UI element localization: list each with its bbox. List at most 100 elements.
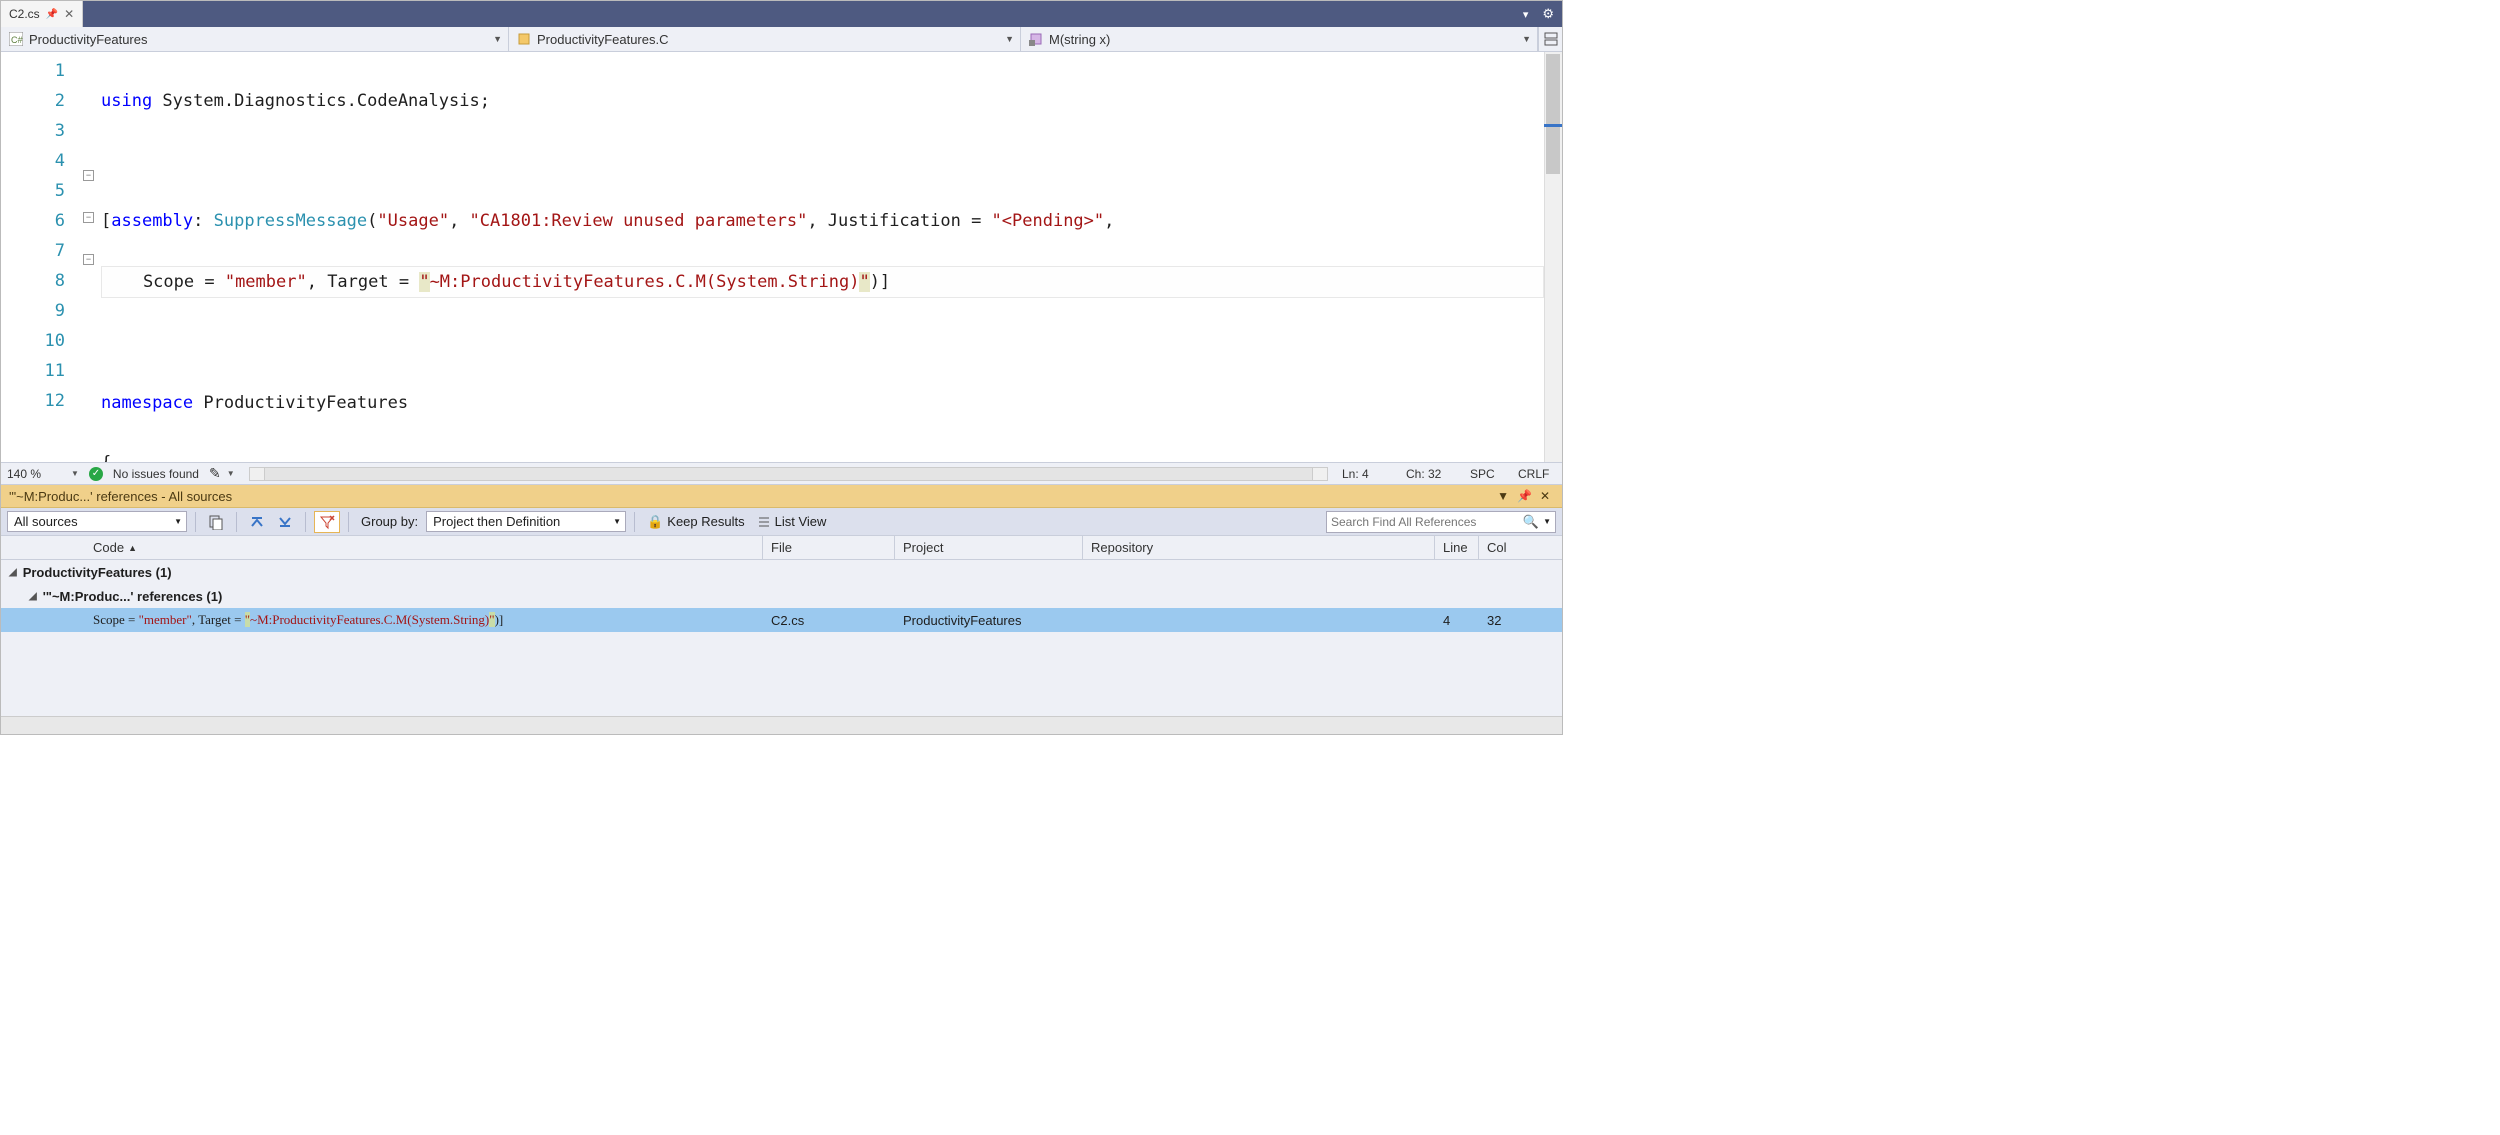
- source-filter-dropdown[interactable]: All sources ▼: [7, 511, 187, 532]
- app-root: C2.cs 📌 ✕ ▾ ⚙ C# ProductivityFeatures ▼ …: [0, 0, 1563, 735]
- fold-toggle[interactable]: −: [83, 254, 94, 265]
- result-group-project[interactable]: ◢ ProductivityFeatures (1): [1, 560, 1562, 584]
- find-references-panel: '"~M:Produc...' references - All sources…: [1, 484, 1562, 734]
- close-icon[interactable]: ✕: [1536, 489, 1554, 503]
- search-references-box[interactable]: 🔍 ▼: [1326, 511, 1556, 533]
- string-literal: ~M:ProductivityFeatures.C.M(System.Strin…: [430, 272, 860, 292]
- scroll-thumb[interactable]: [1546, 54, 1560, 174]
- result-group-definition[interactable]: ◢ '"~M:Produc...' references (1): [1, 584, 1562, 608]
- repository-column-header[interactable]: Repository: [1083, 536, 1435, 559]
- keep-results-button[interactable]: 🔒 Keep Results: [643, 512, 749, 532]
- line-number-gutter: 1 2 3 4 5 6 7 8 9 10 11 12: [1, 52, 83, 462]
- list-view-button[interactable]: List View: [753, 512, 831, 531]
- line-column-header[interactable]: Line: [1435, 536, 1479, 559]
- document-tab[interactable]: C2.cs 📌 ✕: [1, 1, 83, 27]
- vertical-scrollbar[interactable]: [1544, 52, 1562, 462]
- gear-icon[interactable]: ⚙: [1534, 6, 1562, 22]
- chevron-down-icon[interactable]: ▼: [71, 469, 79, 478]
- broom-icon[interactable]: ✎: [209, 465, 221, 482]
- next-button[interactable]: [273, 512, 297, 532]
- close-icon[interactable]: ✕: [64, 7, 74, 21]
- chevron-down-icon: ▼: [1522, 34, 1531, 44]
- pin-icon[interactable]: 📌: [46, 9, 58, 20]
- groupby-label: Group by:: [357, 514, 422, 529]
- panel-title: '"~M:Produc...' references - All sources: [9, 489, 232, 504]
- chevron-down-icon[interactable]: ▼: [227, 469, 235, 478]
- horizontal-scrollbar[interactable]: [249, 467, 1328, 481]
- line-number: 12: [1, 386, 65, 416]
- indent-mode[interactable]: SPC: [1470, 467, 1508, 481]
- nav-type-dropdown[interactable]: ProductivityFeatures.C ▼: [509, 27, 1021, 51]
- column-label: Line: [1443, 540, 1468, 555]
- previous-button[interactable]: [245, 512, 269, 532]
- line-number: 6: [1, 206, 65, 236]
- tab-overflow-icon[interactable]: ▾: [1517, 8, 1535, 21]
- chevron-down-icon[interactable]: ▼: [1493, 489, 1513, 503]
- horizontal-scrollbar[interactable]: [1, 716, 1562, 734]
- search-input[interactable]: [1331, 515, 1523, 529]
- code-editor[interactable]: 1 2 3 4 5 6 7 8 9 10 11 12 − − − using S…: [1, 52, 1562, 462]
- line-ending[interactable]: CRLF: [1518, 467, 1556, 481]
- string-literal: ": [419, 272, 429, 292]
- expand-icon[interactable]: ◢: [9, 567, 17, 578]
- nav-project-dropdown[interactable]: C# ProductivityFeatures ▼: [1, 27, 509, 51]
- group-label: '"~M:Produc...' references (1): [43, 589, 223, 604]
- groupby-dropdown[interactable]: Project then Definition ▼: [426, 511, 626, 532]
- check-icon: ✓: [89, 467, 103, 481]
- string-literal: "member": [225, 272, 307, 292]
- expand-column[interactable]: [1, 536, 85, 559]
- result-col: 32: [1479, 613, 1562, 628]
- nav-type-label: ProductivityFeatures.C: [537, 32, 669, 47]
- cursor-line[interactable]: Ln: 4: [1342, 467, 1396, 481]
- fold-toggle[interactable]: −: [83, 212, 94, 223]
- chevron-down-icon: ▼: [174, 517, 182, 526]
- line-number: 2: [1, 86, 65, 116]
- method-icon: [1029, 32, 1043, 46]
- list-icon: [757, 515, 771, 529]
- code-text: System.Diagnostics.CodeAnalysis;: [152, 91, 490, 111]
- column-label: Col: [1487, 540, 1507, 555]
- nav-project-label: ProductivityFeatures: [29, 32, 148, 47]
- dropdown-value: Project then Definition: [433, 514, 560, 529]
- line-number: 7: [1, 236, 65, 266]
- keyword: assembly: [111, 211, 193, 231]
- expand-icon[interactable]: ◢: [29, 591, 37, 602]
- code-text: {: [101, 453, 111, 462]
- file-column-header[interactable]: File: [763, 536, 895, 559]
- pin-icon[interactable]: 📌: [1513, 489, 1536, 503]
- cursor-char[interactable]: Ch: 32: [1406, 467, 1460, 481]
- references-results: ◢ ProductivityFeatures (1) ◢ '"~M:Produc…: [1, 560, 1562, 716]
- dropdown-value: All sources: [14, 514, 78, 529]
- column-label: Code: [93, 540, 124, 555]
- column-label: Project: [903, 540, 943, 555]
- code-text: (: [367, 211, 377, 231]
- search-icon[interactable]: 🔍: [1523, 514, 1539, 530]
- fold-toggle[interactable]: −: [83, 170, 94, 181]
- nav-member-label: M(string x): [1049, 32, 1110, 47]
- code-content[interactable]: using System.Diagnostics.CodeAnalysis; […: [101, 52, 1544, 462]
- code-text: ,: [449, 211, 469, 231]
- copy-button[interactable]: [204, 512, 228, 532]
- button-label: List View: [775, 514, 827, 529]
- line-number: 1: [1, 56, 65, 86]
- csharp-project-icon: C#: [9, 32, 23, 46]
- clear-filters-button[interactable]: [314, 511, 340, 533]
- references-toolbar: All sources ▼ Group by: Project then Def…: [1, 508, 1562, 536]
- col-column-header[interactable]: Col: [1479, 536, 1562, 559]
- string-literal: "Usage": [377, 211, 449, 231]
- result-line: 4: [1435, 613, 1479, 628]
- result-code: Scope = "member", Target = "~M:Productiv…: [85, 612, 763, 628]
- chevron-down-icon[interactable]: ▼: [1543, 517, 1551, 526]
- nav-member-dropdown[interactable]: M(string x) ▼: [1021, 27, 1538, 51]
- project-column-header[interactable]: Project: [895, 536, 1083, 559]
- zoom-level[interactable]: 140 %: [7, 467, 61, 481]
- code-text: , Target =: [307, 272, 420, 292]
- chevron-down-icon: ▼: [613, 517, 621, 526]
- code-text: ,: [1104, 211, 1114, 231]
- split-window-button[interactable]: [1538, 27, 1562, 51]
- references-columns-header: Code ▲ File Project Repository Line Col: [1, 536, 1562, 560]
- column-label: Repository: [1091, 540, 1153, 555]
- code-column-header[interactable]: Code ▲: [85, 536, 763, 559]
- line-number: 3: [1, 116, 65, 146]
- result-item[interactable]: Scope = "member", Target = "~M:Productiv…: [1, 608, 1562, 632]
